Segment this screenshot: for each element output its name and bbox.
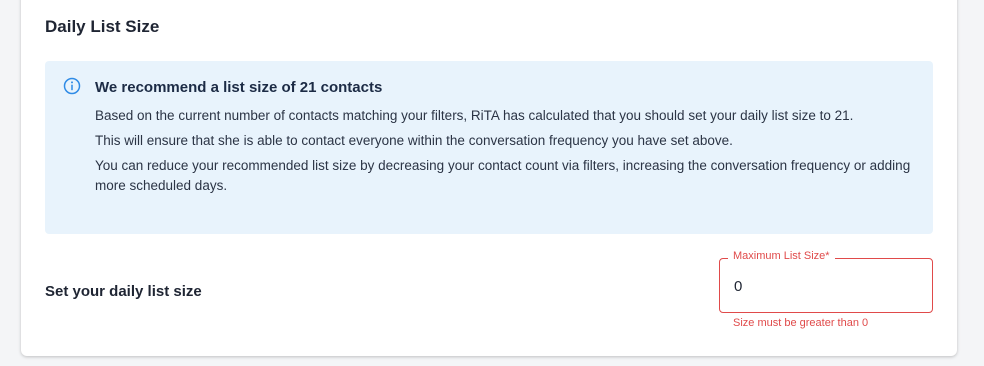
recommendation-alert: We recommend a list size of 21 contacts … <box>45 61 933 234</box>
daily-list-size-card: Daily List Size We recommend a list size… <box>21 0 957 356</box>
recommendation-paragraph: You can reduce your recommended list siz… <box>95 158 911 193</box>
recommendation-paragraph: This will ensure that she is able to con… <box>95 133 733 148</box>
maximum-list-size-field: Maximum List Size* <box>719 250 933 313</box>
recommendation-title: We recommend a list size of 21 contacts <box>95 79 383 96</box>
info-icon <box>63 77 81 95</box>
recommendation-body: Based on the current number of contacts … <box>95 106 915 201</box>
field-error-message: Size must be greater than 0 <box>733 317 869 329</box>
maximum-list-size-label: Maximum List Size* <box>728 250 835 262</box>
maximum-list-size-input[interactable] <box>721 271 921 301</box>
section-title: Daily List Size <box>45 17 160 36</box>
daily-list-size-label: Set your daily list size <box>45 283 202 300</box>
recommendation-paragraph: Based on the current number of contacts … <box>95 108 854 123</box>
